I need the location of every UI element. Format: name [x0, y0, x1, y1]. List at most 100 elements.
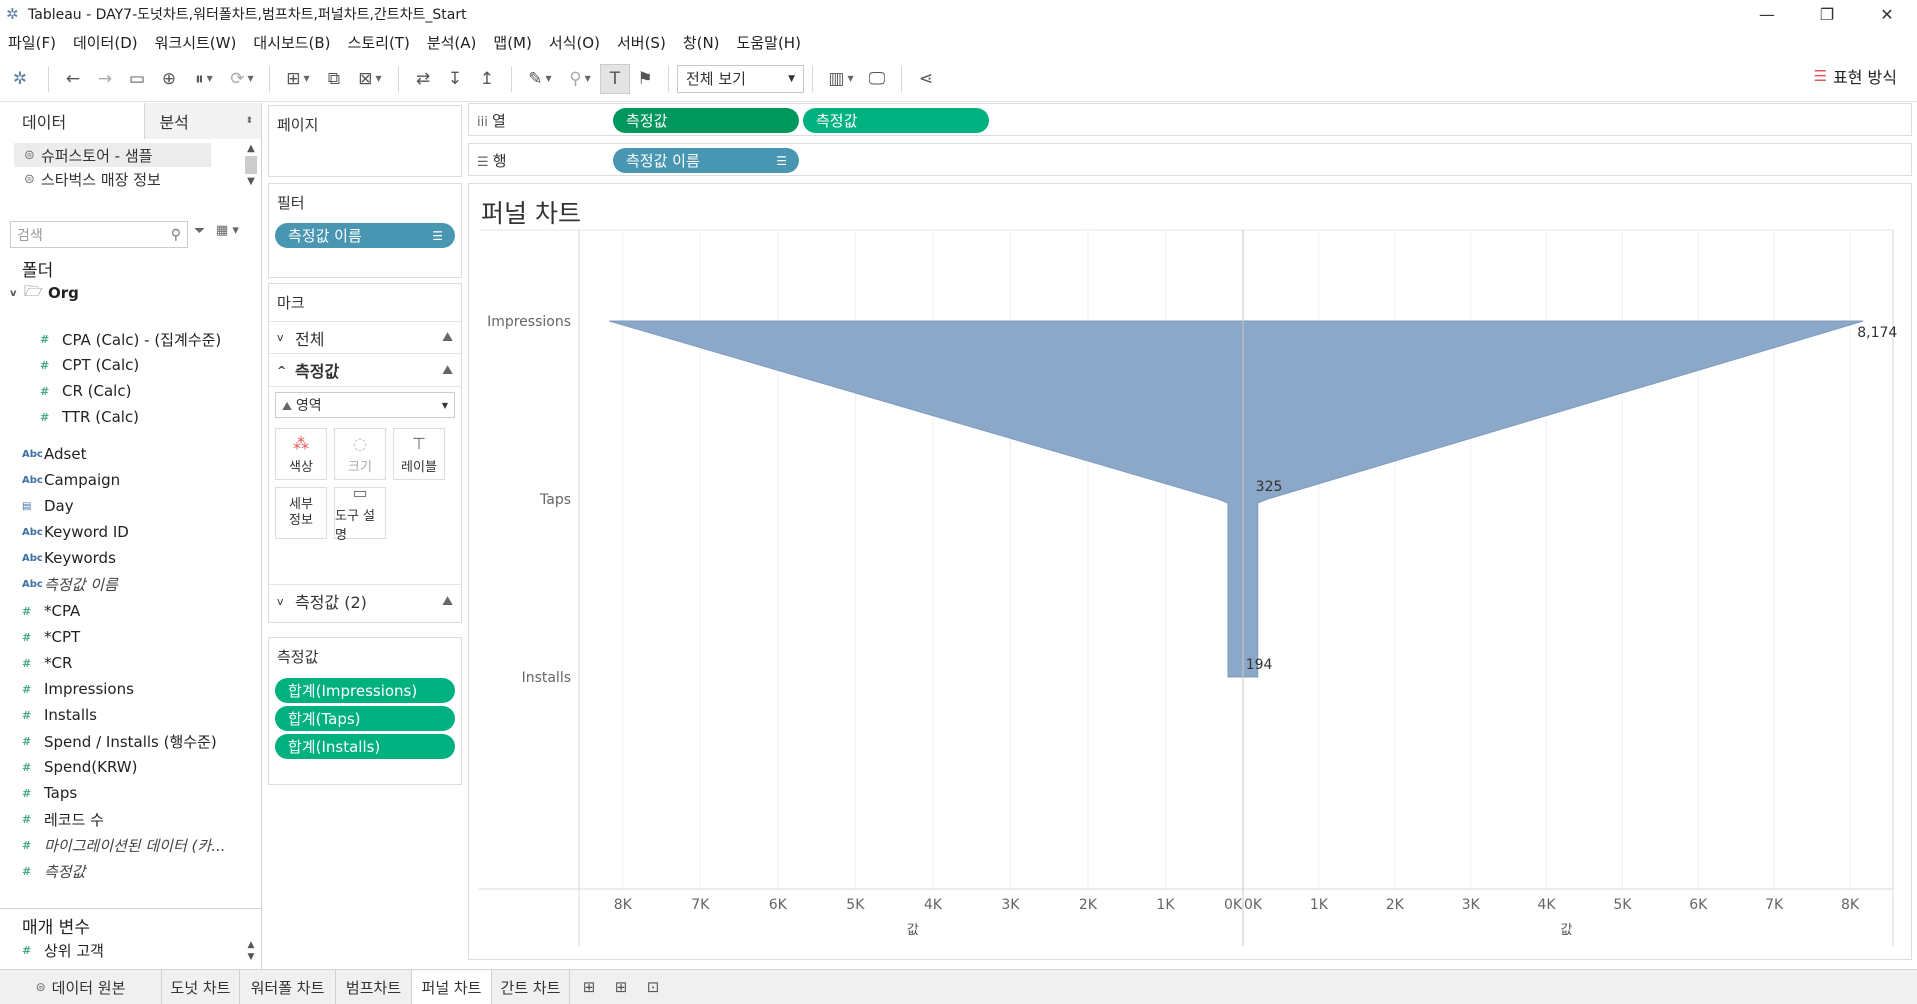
- rows-pill[interactable]: 측정값 이름 ☰: [613, 148, 799, 173]
- field-item[interactable]: Abc Adset: [22, 444, 86, 464]
- menu-format[interactable]: 서식(O): [549, 32, 600, 53]
- tab-bump-chart[interactable]: 범프차트: [336, 970, 412, 1004]
- parameter-item[interactable]: # 상위 고객: [22, 940, 104, 960]
- new-story-icon[interactable]: ⊡: [638, 970, 668, 1004]
- menu-story[interactable]: 스토리(T): [348, 32, 410, 53]
- clear-sheet-icon[interactable]: ⊠ ▼: [350, 64, 390, 94]
- columns-shelf[interactable]: iii 열 측정값 측정값: [468, 103, 1912, 136]
- field-item[interactable]: # CR (Calc): [40, 381, 131, 401]
- tab-waterfall-chart[interactable]: 워터폴 차트: [240, 970, 336, 1004]
- view-size-select[interactable]: 전체 보기 ▼: [677, 64, 804, 93]
- detail-button[interactable]: 세부 정보: [275, 487, 327, 539]
- new-worksheet-icon[interactable]: ⊞ ▼: [278, 64, 318, 94]
- menu-window[interactable]: 창(N): [683, 32, 720, 53]
- mark-type-select[interactable]: ⛰ 영역 ▼: [275, 392, 455, 418]
- tab-donut-chart[interactable]: 도넛 차트: [162, 970, 240, 1004]
- params-scrollbar[interactable]: ▲ ▼: [243, 939, 259, 963]
- show-me-button[interactable]: ☰ 표현 방식: [1814, 64, 1897, 88]
- measure-value-pill[interactable]: 합계(Taps): [275, 706, 455, 731]
- field-item[interactable]: Abc Keyword ID: [22, 522, 129, 542]
- sort-ascending-icon[interactable]: ↧: [439, 64, 471, 94]
- marks-measure2-row[interactable]: v 측정값 (2) ⛰: [269, 584, 461, 617]
- menu-help[interactable]: 도움말(H): [737, 32, 801, 53]
- folder-org[interactable]: v 🗁 Org: [10, 282, 79, 303]
- marks-all-row[interactable]: v 전체 ⛰: [269, 321, 461, 354]
- view-options-icon[interactable]: ▦ ▾: [216, 223, 239, 238]
- menu-file[interactable]: 파일(F): [8, 32, 56, 53]
- filter-pill[interactable]: 측정값 이름 ☰: [275, 223, 455, 248]
- measure-values-shelf[interactable]: 측정값 합계(Impressions) 합계(Taps) 합계(Installs…: [268, 637, 462, 785]
- menu-dashboard[interactable]: 대시보드(B): [253, 32, 330, 53]
- tooltip-button[interactable]: ▭ 도구 설명: [334, 483, 386, 543]
- group-icon[interactable]: ⚲ ▼: [560, 64, 600, 94]
- tab-funnel-chart[interactable]: 퍼널 차트: [412, 970, 492, 1004]
- share-icon[interactable]: ⋖: [910, 64, 942, 94]
- field-item[interactable]: # Installs: [22, 705, 97, 725]
- sort-descending-icon[interactable]: ↥: [471, 64, 503, 94]
- datasource-item[interactable]: ⊜ 스타벅스 매장 정보: [0, 167, 245, 191]
- menu-data[interactable]: 데이터(D): [73, 32, 138, 53]
- measure-value-pill[interactable]: 합계(Installs): [275, 734, 455, 759]
- field-item[interactable]: ▤ Day: [22, 496, 74, 516]
- new-worksheet-icon[interactable]: ⊞: [574, 970, 604, 1004]
- close-button[interactable]: ✕: [1857, 0, 1917, 28]
- field-item[interactable]: Abc 측정값 이름: [22, 574, 118, 594]
- datasource-item[interactable]: ⊜ 슈퍼스토어 - 샘플: [14, 143, 211, 167]
- pages-shelf[interactable]: 페이지: [268, 105, 462, 177]
- field-item[interactable]: # CPA (Calc) - (집계수준): [40, 329, 221, 349]
- menu-analysis[interactable]: 분석(A): [427, 32, 477, 53]
- columns-pill[interactable]: 측정값: [803, 108, 989, 133]
- tab-gantt-chart[interactable]: 간트 차트: [492, 970, 570, 1004]
- filters-shelf[interactable]: 필터 측정값 이름 ☰: [268, 183, 462, 278]
- undo-icon[interactable]: ←: [57, 64, 89, 94]
- field-item[interactable]: # *CPT: [22, 627, 80, 647]
- size-button[interactable]: ◌ 크기: [334, 428, 386, 480]
- menu-map[interactable]: 맵(M): [493, 32, 531, 53]
- color-button[interactable]: ⁂ 색상: [275, 428, 327, 480]
- field-item[interactable]: # *CR: [22, 653, 72, 673]
- redo-icon[interactable]: →: [89, 64, 121, 94]
- marks-measure-row[interactable]: ^ 측정값 ⛰: [269, 354, 461, 387]
- field-item[interactable]: # 측정값: [22, 861, 85, 881]
- field-item[interactable]: # Taps: [22, 783, 77, 803]
- field-item[interactable]: # Spend(KRW): [22, 757, 138, 777]
- tableau-home-icon[interactable]: ✲: [0, 64, 40, 94]
- calc-measure-icon: #: [40, 332, 50, 346]
- presentation-mode-icon[interactable]: 🖵: [861, 64, 893, 94]
- tab-data[interactable]: 데이터: [0, 103, 145, 139]
- refresh-icon[interactable]: ⟳ ▼: [223, 64, 261, 94]
- menu-server[interactable]: 서버(S): [617, 32, 666, 53]
- new-datasource-icon[interactable]: ⊕: [153, 64, 185, 94]
- restore-button[interactable]: ❐: [1797, 0, 1857, 28]
- field-item[interactable]: Abc Keywords: [22, 548, 116, 568]
- save-icon[interactable]: ▭: [121, 64, 153, 94]
- field-item[interactable]: Abc Campaign: [22, 470, 120, 490]
- field-item[interactable]: # Spend / Installs (행수준): [22, 731, 217, 751]
- menu-worksheet[interactable]: 워크시트(W): [155, 32, 237, 53]
- label-button[interactable]: ⊤ 레이블: [393, 428, 445, 480]
- search-input[interactable]: 검색 ⚲: [10, 221, 188, 248]
- tab-datasource[interactable]: ⊜ 데이터 원본: [0, 970, 162, 1004]
- new-dashboard-icon[interactable]: ⊞: [606, 970, 636, 1004]
- field-item[interactable]: # CPT (Calc): [40, 355, 139, 375]
- measure-icon: #: [22, 708, 32, 722]
- minimize-button[interactable]: —: [1737, 0, 1797, 28]
- field-item[interactable]: # 레코드 수: [22, 809, 104, 829]
- show-cards-icon[interactable]: ▥ ▼: [821, 64, 861, 94]
- duplicate-icon[interactable]: ⧉: [318, 64, 350, 94]
- pause-updates-icon[interactable]: ⏸ ▼: [185, 64, 223, 94]
- fix-axes-icon[interactable]: ⚑: [630, 64, 660, 94]
- columns-pill[interactable]: 측정값: [613, 108, 799, 133]
- show-labels-icon[interactable]: T: [600, 63, 630, 94]
- swap-icon[interactable]: ⇄: [407, 64, 439, 94]
- measure-value-pill[interactable]: 합계(Impressions): [275, 678, 455, 703]
- filter-icon[interactable]: ⏷: [194, 223, 205, 239]
- field-item[interactable]: # TTR (Calc): [40, 407, 139, 427]
- highlight-icon[interactable]: ✎ ▼: [520, 64, 560, 94]
- rows-shelf[interactable]: ☰ 행 측정값 이름 ☰: [468, 143, 1912, 176]
- tab-analysis[interactable]: 분석 ⬍: [144, 103, 261, 139]
- field-item[interactable]: # Impressions: [22, 679, 134, 699]
- field-item[interactable]: # 마이그레이션된 데이터 (카...: [22, 835, 226, 855]
- field-item[interactable]: # *CPA: [22, 601, 80, 621]
- datasource-scrollbar[interactable]: ▲ ▼: [243, 143, 259, 199]
